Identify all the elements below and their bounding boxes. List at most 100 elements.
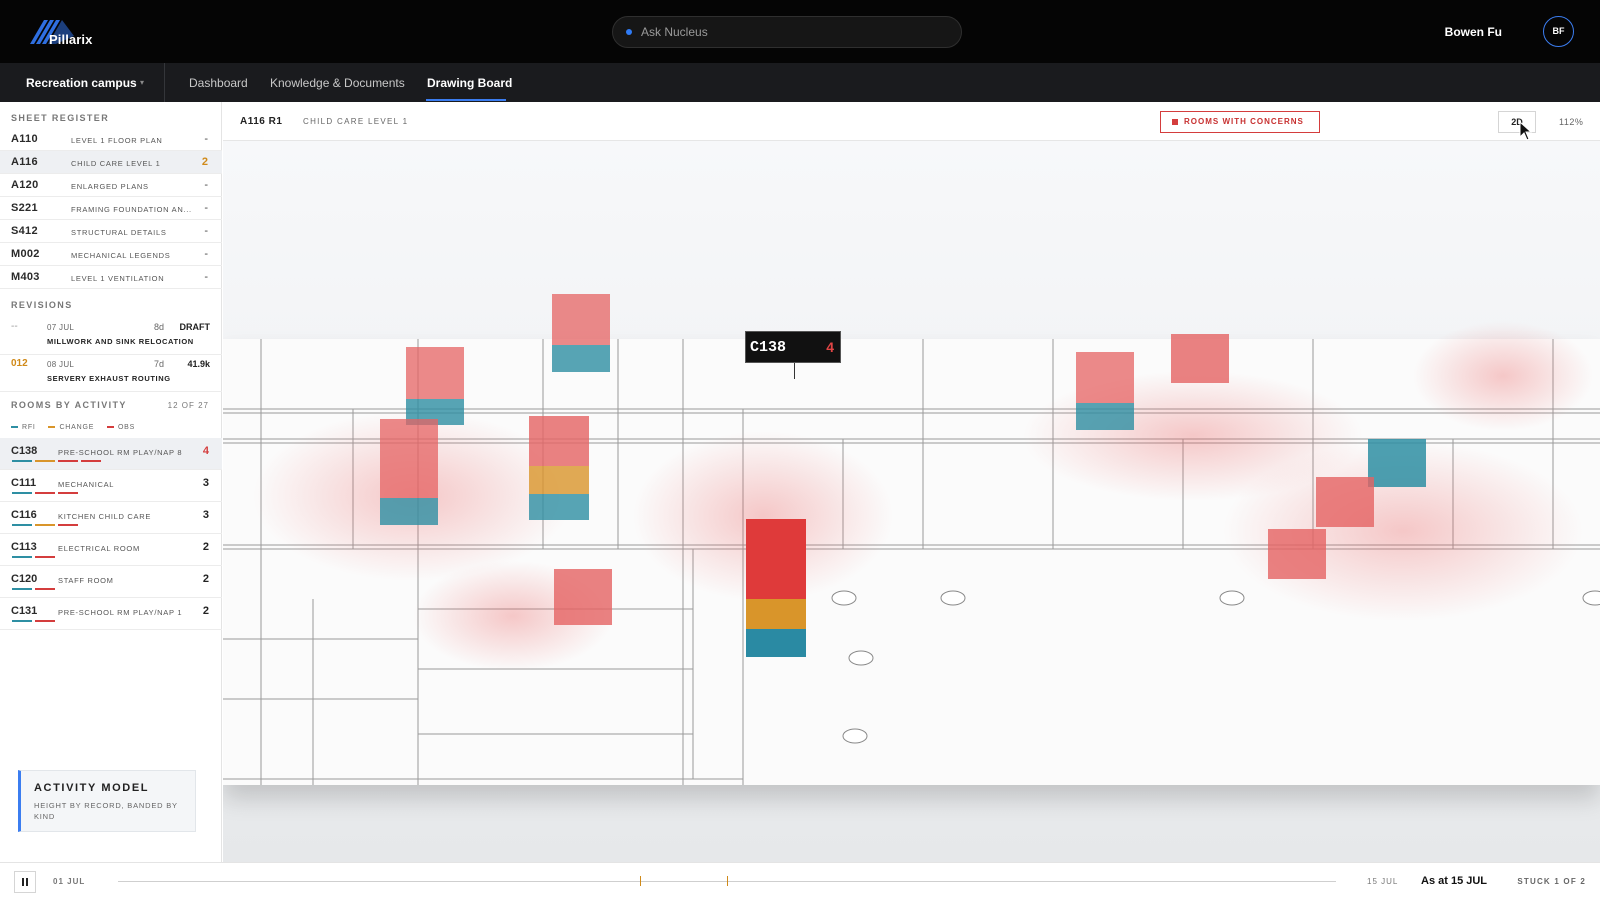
room-count: 2 [202, 541, 209, 553]
activity-bar [35, 620, 55, 622]
room-code: C116 [11, 509, 37, 521]
timeline-marker[interactable] [640, 876, 641, 886]
room-c138-activity-block[interactable] [746, 519, 806, 657]
revision-age: 7d [154, 359, 165, 369]
room-row-c131[interactable]: C131 PRE-SCHOOL RM PLAY/NAP 1 2 [0, 598, 222, 630]
room-activity-block[interactable] [1171, 334, 1229, 383]
tab-knowledge-documents[interactable]: Knowledge & Documents [270, 76, 405, 90]
revision-code: -- [11, 321, 18, 332]
sheet-row-m403[interactable]: M403 LEVEL 1 VENTILATION - [0, 266, 222, 289]
room-activity-block[interactable] [552, 294, 610, 372]
ask-nucleus-search[interactable]: Ask Nucleus [612, 16, 962, 48]
room-activity-block[interactable] [554, 569, 612, 625]
sheet-code: A110 [11, 133, 38, 145]
sheet-name: LEVEL 1 FLOOR PLAN [71, 136, 163, 145]
sheet-row-s221[interactable]: S221 FRAMING FOUNDATION AN... - [0, 197, 222, 220]
nav-divider [164, 63, 165, 102]
room-activity-block[interactable] [1316, 477, 1374, 527]
tooltip-leader-line [794, 363, 795, 379]
sheet-row-a116[interactable]: A116 CHILD CARE LEVEL 1 2 [0, 151, 222, 174]
activity-bar [35, 460, 55, 462]
sheet-value: - [204, 248, 208, 260]
tooltip-count: 4 [826, 339, 834, 355]
room-row-c138[interactable]: C138 PRE-SCHOOL RM PLAY/NAP 8 4 [0, 438, 222, 470]
tab-drawing-board[interactable]: Drawing Board [427, 76, 512, 90]
sheet-value: - [204, 133, 208, 145]
sheet-row-s412[interactable]: S412 STRUCTURAL DETAILS - [0, 220, 222, 243]
sheet-register-title: SHEET REGISTER [11, 113, 110, 123]
sheet-name-title: CHILD CARE LEVEL 1 [303, 117, 409, 126]
timeline-marker[interactable] [727, 876, 728, 886]
legend-change: CHANGE [48, 424, 94, 431]
activity-model-card: ACTIVITY MODEL HEIGHT BY RECORD, BANDED … [18, 770, 196, 832]
activity-bar [12, 556, 32, 558]
sheet-row-m002[interactable]: M002 MECHANICAL LEGENDS - [0, 243, 222, 266]
chevron-down-icon[interactable]: ▾ [140, 78, 144, 87]
sheet-name: MECHANICAL LEGENDS [71, 251, 171, 260]
activity-model-desc: HEIGHT BY RECORD, BANDED BY KIND [34, 801, 178, 821]
rooms-with-concerns-button[interactable]: ROOMS WITH CONCERNS [1160, 111, 1320, 133]
room-activity-block[interactable] [529, 416, 589, 520]
timeline-as-at: As at 15 JUL [1421, 875, 1488, 887]
activity-bar [58, 524, 78, 526]
sheet-code: M002 [11, 248, 40, 260]
room-activity-block[interactable] [1076, 352, 1134, 430]
tooltip-room-code: C138 [750, 339, 787, 356]
room-code: C113 [11, 541, 37, 553]
room-code: C131 [11, 605, 38, 617]
room-name: STAFF ROOM [58, 576, 114, 585]
drawing-canvas[interactable] [223, 141, 1600, 862]
project-selector[interactable]: Recreation campus [26, 76, 137, 90]
room-activity-bars [12, 620, 58, 622]
revision-row-012[interactable]: 012 08 JUL 7d 41.9k SERVERY EXHAUST ROUT… [0, 355, 222, 392]
room-count: 3 [202, 477, 209, 489]
room-activity-block[interactable] [380, 419, 438, 525]
activity-bar [35, 588, 55, 590]
room-count: 2 [202, 573, 209, 585]
sheet-code: S221 [11, 202, 38, 214]
room-activity-bars [12, 588, 58, 590]
revision-status: 41.9k [187, 359, 210, 369]
zoom-level[interactable]: 112% [1559, 117, 1583, 127]
activity-bar [35, 524, 55, 526]
sheet-name: CHILD CARE LEVEL 1 [71, 159, 161, 168]
activity-bar [35, 556, 55, 558]
active-tab-indicator [426, 99, 506, 101]
revisions-title: REVISIONS [11, 300, 73, 310]
sheet-value: - [204, 225, 208, 237]
activity-bar [12, 588, 32, 590]
top-bar: Pillarix Ask Nucleus Bowen Fu BF [0, 0, 1600, 63]
avatar[interactable]: BF [1543, 16, 1574, 47]
room-code: C111 [11, 477, 37, 489]
legend-obs: OBS [106, 424, 135, 431]
room-row-c116[interactable]: C116 KITCHEN CHILD CARE 3 [0, 502, 222, 534]
stuck-counter[interactable]: STUCK 1 OF 2 [1517, 877, 1586, 886]
ask-placeholder: Ask Nucleus [641, 25, 708, 39]
room-row-c113[interactable]: C113 ELECTRICAL ROOM 2 [0, 534, 222, 566]
tab-dashboard[interactable]: Dashboard [189, 76, 248, 90]
sheet-value: - [204, 179, 208, 191]
sheet-row-a110[interactable]: A110 LEVEL 1 FLOOR PLAN - [0, 128, 222, 151]
app-name: Pillarix [49, 32, 93, 47]
room-row-c120[interactable]: C120 STAFF ROOM 2 [0, 566, 222, 598]
room-activity-block[interactable] [1368, 439, 1426, 487]
room-activity-block[interactable] [1268, 529, 1326, 579]
user-name[interactable]: Bowen Fu [1445, 25, 1502, 39]
pause-icon[interactable] [14, 871, 36, 893]
concern-button-label: ROOMS WITH CONCERNS [1184, 117, 1304, 126]
sheet-code: A120 [11, 179, 39, 191]
room-row-c111[interactable]: C111 MECHANICAL 3 [0, 470, 222, 502]
activity-bar [58, 492, 78, 494]
concern-square-icon [1172, 119, 1178, 125]
sheet-row-a120[interactable]: A120 ENLARGED PLANS - [0, 174, 222, 197]
room-activity-block[interactable] [406, 347, 464, 425]
revision-status: DRAFT [179, 322, 211, 332]
room-activity-bars [12, 492, 81, 494]
sheet-code-title: A116 R1 [240, 116, 283, 127]
rooms-count: 12 OF 27 [167, 401, 209, 410]
revision-row-draft[interactable]: -- 07 JUL 8d DRAFT MILLWORK AND SINK REL… [0, 318, 222, 355]
sheet-code: M403 [11, 271, 40, 283]
revision-age: 8d [154, 322, 165, 332]
activity-bar [58, 460, 78, 462]
room-code: C120 [11, 573, 38, 585]
